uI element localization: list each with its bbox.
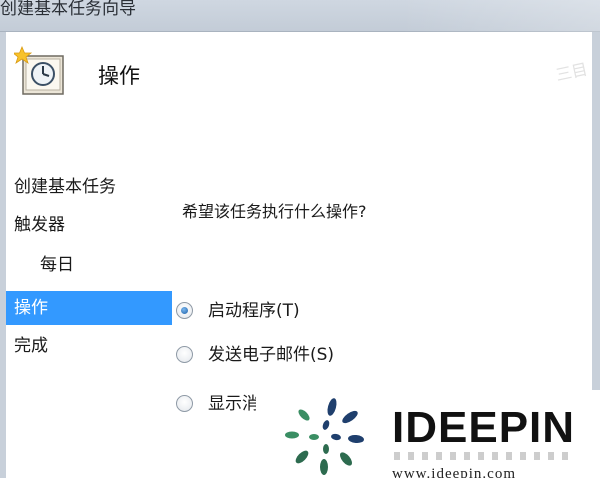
ideepin-url-text: www.ideepin.com	[392, 466, 516, 478]
brand-divider	[394, 452, 574, 460]
radio-show-message[interactable]	[176, 395, 193, 412]
option-send-email[interactable]: 发送电子邮件(S)	[176, 342, 436, 368]
option-start-program-label: 启动程序(T)	[208, 301, 300, 321]
step-finish[interactable]: 完成	[6, 329, 172, 363]
radio-start-program[interactable]	[176, 302, 193, 319]
task-scheduler-clock-icon	[11, 45, 66, 96]
option-show-message-label: 显示消	[208, 394, 259, 414]
step-daily[interactable]: 每日	[6, 248, 172, 282]
wizard-header	[6, 32, 592, 160]
radio-send-email[interactable]	[176, 346, 193, 363]
action-question: 希望该任务执行什么操作?	[182, 202, 367, 221]
ideepin-logo-icon	[276, 395, 376, 478]
title-bar-glass	[400, 0, 600, 32]
window-title: 创建基本任务向导	[0, 0, 136, 19]
step-trigger[interactable]: 触发器	[6, 208, 172, 242]
ideepin-brand-text: IDEEPIN	[392, 403, 576, 452]
wizard-step-list: 创建基本任务 触发器 每日 操作 完成	[6, 160, 172, 478]
step-create-basic-task[interactable]: 创建基本任务	[6, 170, 172, 204]
page-title: 操作	[98, 64, 140, 88]
step-action[interactable]: 操作	[6, 291, 172, 325]
option-start-program[interactable]: 启动程序(T)	[176, 298, 436, 324]
option-send-email-label: 发送电子邮件(S)	[208, 345, 335, 365]
title-bar[interactable]: 创建基本任务向导	[0, 0, 600, 32]
